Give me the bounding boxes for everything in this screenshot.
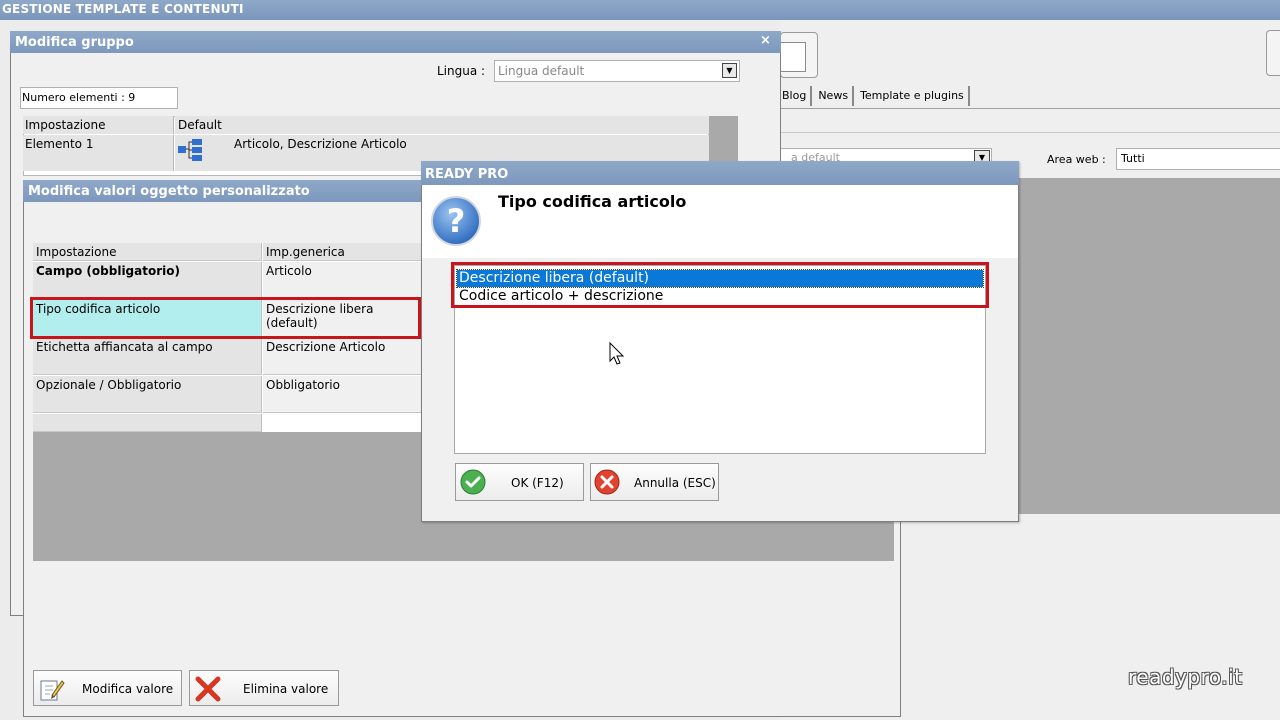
modifica-gruppo-title: Modifica gruppo xyxy=(10,31,781,53)
toolbar-divider xyxy=(780,132,1280,133)
elimina-valore-button[interactable]: Elimina valore xyxy=(189,670,339,706)
background-right-button[interactable] xyxy=(1266,30,1280,76)
area-web-select[interactable]: Tutti xyxy=(1116,148,1280,170)
annulla-button[interactable]: Annulla (ESC) xyxy=(590,463,719,501)
valori-row-name[interactable]: Etichetta affiancata al campo xyxy=(33,338,262,375)
svg-text:?: ? xyxy=(447,202,466,240)
background-toolbar-button-inner xyxy=(780,42,806,72)
watermark: readypro.it xyxy=(1128,665,1243,689)
valori-row-value[interactable]: Obbligatorio xyxy=(263,376,423,413)
mouse-cursor-icon xyxy=(609,341,625,369)
modifica-valore-label: Modifica valore xyxy=(82,682,174,696)
lingua-select[interactable]: Lingua default xyxy=(494,60,740,82)
edit-icon xyxy=(38,675,66,706)
delete-x-icon xyxy=(194,675,222,706)
tab-template-plugins[interactable]: Template e plugins xyxy=(858,86,970,106)
gruppo-grid-header-impostazione[interactable]: Impostazione xyxy=(23,116,174,134)
options-highlight-box xyxy=(451,262,989,308)
gruppo-grid-header-default[interactable]: Default xyxy=(175,116,709,134)
ok-button[interactable]: OK (F12) xyxy=(455,463,584,501)
row-highlight-box xyxy=(30,297,421,339)
app-title-bar: GESTIONE TEMPLATE E CONTENUTI xyxy=(0,0,1280,20)
tab-divider xyxy=(780,108,1280,109)
valori-row-value[interactable]: Descrizione Articolo xyxy=(263,338,423,375)
chevron-down-icon[interactable]: ▼ xyxy=(722,63,737,78)
area-web-label: Area web : xyxy=(1047,153,1106,166)
modifica-valore-button[interactable]: Modifica valore xyxy=(33,670,182,706)
valori-row-empty xyxy=(33,414,262,432)
tree-icon xyxy=(178,139,204,164)
numero-elementi-field: Numero elementi : 9 xyxy=(20,87,178,109)
tab-news[interactable]: News xyxy=(816,86,855,106)
question-icon: ? xyxy=(430,195,482,250)
valori-row-name[interactable]: Opzionale / Obbligatorio xyxy=(33,376,262,413)
app-title: GESTIONE TEMPLATE E CONTENUTI xyxy=(2,2,244,16)
valori-row-name[interactable]: Campo (obbligatorio) xyxy=(33,262,262,299)
dialog-title: READY PRO xyxy=(421,161,1019,185)
lingua-label: Lingua : xyxy=(437,64,486,78)
gruppo-grid-row-name[interactable]: Elemento 1 xyxy=(23,135,174,171)
valori-grid-header-imp-generica[interactable]: Imp.generica xyxy=(263,243,423,261)
valori-row-value[interactable]: Articolo xyxy=(263,262,423,299)
valori-row-empty xyxy=(263,414,423,432)
check-icon xyxy=(460,469,486,498)
valori-grid-header-impostazione[interactable]: Impostazione xyxy=(33,243,262,261)
elimina-valore-label: Elimina valore xyxy=(243,682,329,696)
tab-blog[interactable]: Blog xyxy=(780,86,813,106)
background-tabs: Blog News Template e plugins xyxy=(780,86,974,108)
close-icon[interactable]: × xyxy=(760,33,771,48)
cancel-icon xyxy=(594,469,620,498)
annulla-label: Annulla (ESC) xyxy=(634,476,716,490)
ok-label: OK (F12) xyxy=(511,476,564,490)
dialog-heading: Tipo codifica articolo xyxy=(498,192,687,211)
